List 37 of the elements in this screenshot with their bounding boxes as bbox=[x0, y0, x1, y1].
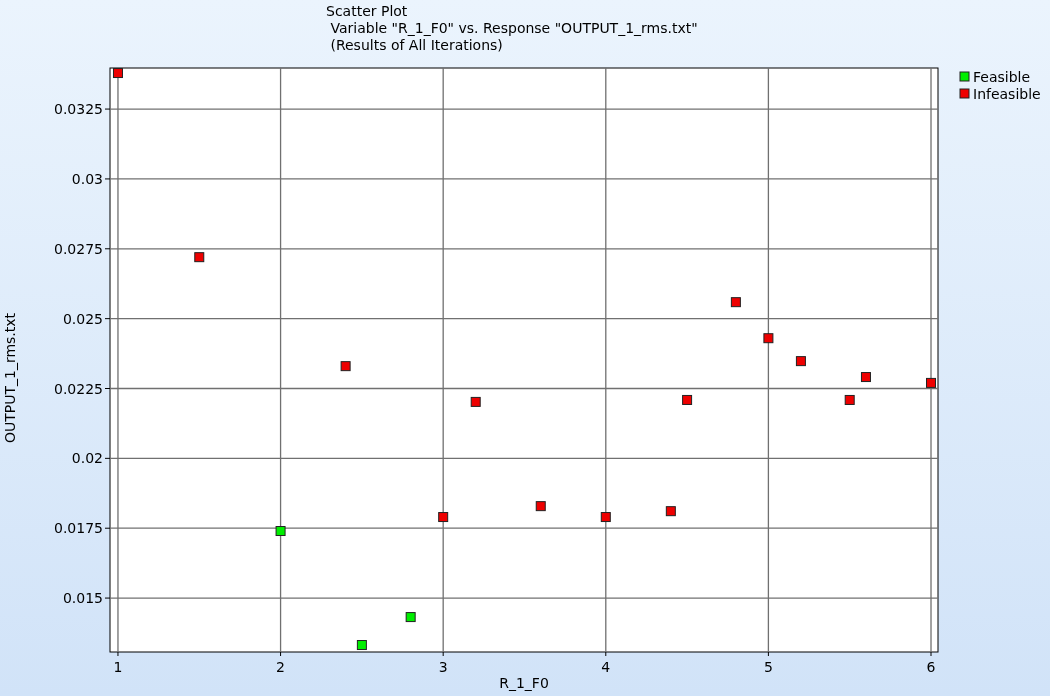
y-axis-title: OUTPUT_1_rms.txt bbox=[2, 312, 18, 444]
x-axis-title: R_1_F0 bbox=[499, 675, 549, 691]
data-point bbox=[795, 356, 806, 367]
tick-label: 0.0325 bbox=[54, 101, 103, 118]
legend-label: Infeasible bbox=[973, 86, 1041, 102]
data-point bbox=[112, 68, 123, 79]
data-point bbox=[194, 252, 205, 263]
tick-label: 3 bbox=[438, 659, 448, 675]
tick-label: 0.0175 bbox=[54, 520, 103, 537]
tick-label: 2 bbox=[276, 659, 286, 675]
data-point bbox=[682, 394, 693, 405]
data-point bbox=[926, 377, 936, 388]
tick-label: 4 bbox=[601, 659, 611, 675]
data-point bbox=[438, 512, 449, 523]
data-point bbox=[356, 640, 367, 650]
data-point bbox=[844, 394, 855, 405]
data-point bbox=[730, 297, 741, 308]
legend-label: Feasible bbox=[973, 69, 1031, 85]
tick-label: 0.025 bbox=[62, 310, 103, 327]
data-point bbox=[763, 333, 774, 344]
tick-label: 0.015 bbox=[62, 590, 103, 607]
tick-label: 0.02 bbox=[71, 450, 103, 467]
data-point bbox=[665, 506, 676, 517]
tick-label: 0.0225 bbox=[54, 380, 103, 397]
data-point bbox=[405, 612, 416, 623]
data-point bbox=[600, 512, 611, 523]
data-point bbox=[535, 501, 546, 512]
data-point bbox=[860, 372, 871, 383]
data-point bbox=[275, 526, 286, 536]
chart-title: Scatter Plot Variable "R_1_F0" vs. Response "OUTPUT_1_rms.txt" (Results of All Iterations) bbox=[326, 3, 698, 54]
data-point bbox=[470, 396, 481, 407]
data-point bbox=[340, 361, 351, 372]
tick-label: 1 bbox=[113, 659, 123, 675]
tick-label: 6 bbox=[926, 659, 936, 675]
tick-label: 5 bbox=[763, 659, 773, 675]
tick-label: 0.0275 bbox=[54, 240, 103, 257]
tick-label: 0.03 bbox=[71, 170, 103, 187]
